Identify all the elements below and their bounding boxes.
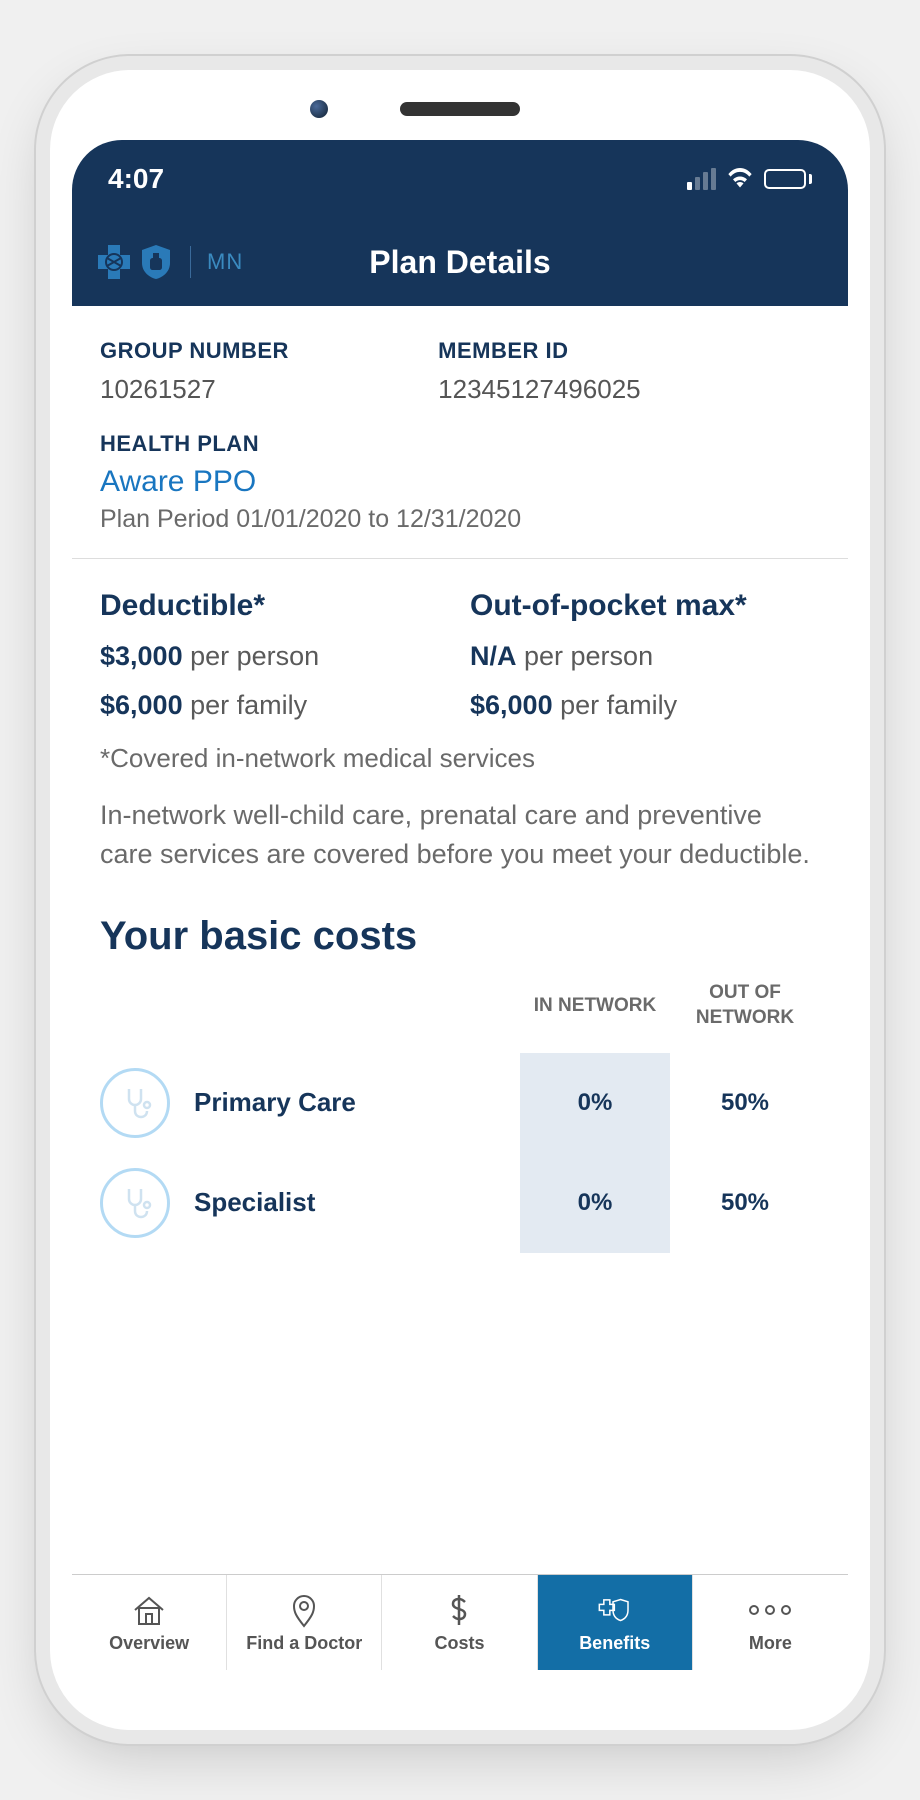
plan-period: Plan Period 01/01/2020 to 12/31/2020	[100, 505, 820, 534]
table-row: Primary Care 0% 50%	[100, 1053, 820, 1153]
tab-label: Overview	[109, 1633, 189, 1654]
col-in-network: IN NETWORK	[520, 994, 670, 1019]
tab-more[interactable]: More	[693, 1575, 848, 1670]
plan-name-link[interactable]: Aware PPO	[100, 465, 820, 499]
cellular-signal-icon	[687, 168, 716, 190]
row-in-network-value: 0%	[520, 1153, 670, 1253]
scroll-content[interactable]: GROUP NUMBER MEMBER ID 10261527 12345127…	[72, 306, 848, 1574]
blueshield-shield-icon	[138, 243, 174, 281]
group-number-label: GROUP NUMBER	[100, 338, 418, 364]
status-time: 4:07	[108, 163, 164, 195]
oop-per-person: N/A per person	[470, 641, 820, 672]
app-screen: 4:07	[72, 140, 848, 1670]
status-bar: 4:07	[72, 140, 848, 218]
battery-icon	[764, 169, 812, 189]
deductible-heading: Deductible*	[100, 589, 450, 623]
group-number-value: 10261527	[100, 374, 418, 405]
app-header: MN Plan Details	[72, 218, 848, 306]
oop-max-heading: Out-of-pocket max*	[470, 589, 820, 623]
tab-costs[interactable]: Costs	[382, 1575, 537, 1670]
speaker-icon	[400, 102, 520, 116]
row-in-network-value: 0%	[520, 1053, 670, 1153]
logo-state-code: MN	[207, 249, 243, 275]
basic-costs-table: IN NETWORK OUT OF NETWORK Primary Care 0…	[72, 981, 848, 1252]
page-title: Plan Details	[369, 244, 550, 281]
logo-divider	[190, 246, 191, 278]
deductible-per-person: $3,000 per person	[100, 641, 450, 672]
stethoscope-icon	[100, 1068, 170, 1138]
member-id-value: 12345127496025	[438, 374, 820, 405]
tab-label: Find a Doctor	[246, 1633, 362, 1654]
bluecross-cross-icon	[96, 243, 132, 281]
map-pin-icon	[284, 1591, 324, 1629]
col-out-of-network: OUT OF NETWORK	[670, 981, 820, 1030]
phone-notch	[400, 102, 520, 116]
deductible-per-family: $6,000 per family	[100, 690, 450, 721]
brand-logo: MN	[96, 243, 243, 281]
bottom-tab-bar: Overview Find a Doctor Costs Benefits	[72, 1574, 848, 1670]
oop-per-family: $6,000 per family	[470, 690, 820, 721]
tab-label: More	[749, 1633, 792, 1654]
member-id-label: MEMBER ID	[438, 338, 820, 364]
basic-costs-title: Your basic costs	[72, 904, 848, 981]
tab-overview[interactable]: Overview	[72, 1575, 227, 1670]
phone-device-frame: 4:07	[50, 70, 870, 1730]
tab-label: Costs	[434, 1633, 484, 1654]
cost-summary-section: Deductible* Out-of-pocket max* $3,000 pe…	[72, 559, 848, 904]
cross-shield-icon	[595, 1591, 635, 1629]
status-right	[687, 163, 812, 195]
coverage-footnote: *Covered in-network medical services	[100, 743, 820, 774]
stethoscope-icon	[100, 1168, 170, 1238]
more-dots-icon	[749, 1591, 791, 1629]
preventive-note: In-network well-child care, prenatal car…	[100, 796, 820, 874]
house-icon	[129, 1591, 169, 1629]
camera-icon	[310, 100, 328, 118]
tab-find-doctor[interactable]: Find a Doctor	[227, 1575, 382, 1670]
row-label: Specialist	[180, 1187, 520, 1218]
table-row: Specialist 0% 50%	[100, 1153, 820, 1253]
plan-info-section: GROUP NUMBER MEMBER ID 10261527 12345127…	[72, 306, 848, 558]
tab-benefits[interactable]: Benefits	[538, 1575, 693, 1670]
wifi-icon	[726, 163, 754, 195]
tab-label: Benefits	[579, 1633, 650, 1654]
row-out-network-value: 50%	[670, 1153, 820, 1253]
row-out-network-value: 50%	[670, 1053, 820, 1153]
health-plan-label: HEALTH PLAN	[100, 431, 820, 457]
row-label: Primary Care	[180, 1087, 520, 1118]
dollar-icon	[439, 1591, 479, 1629]
